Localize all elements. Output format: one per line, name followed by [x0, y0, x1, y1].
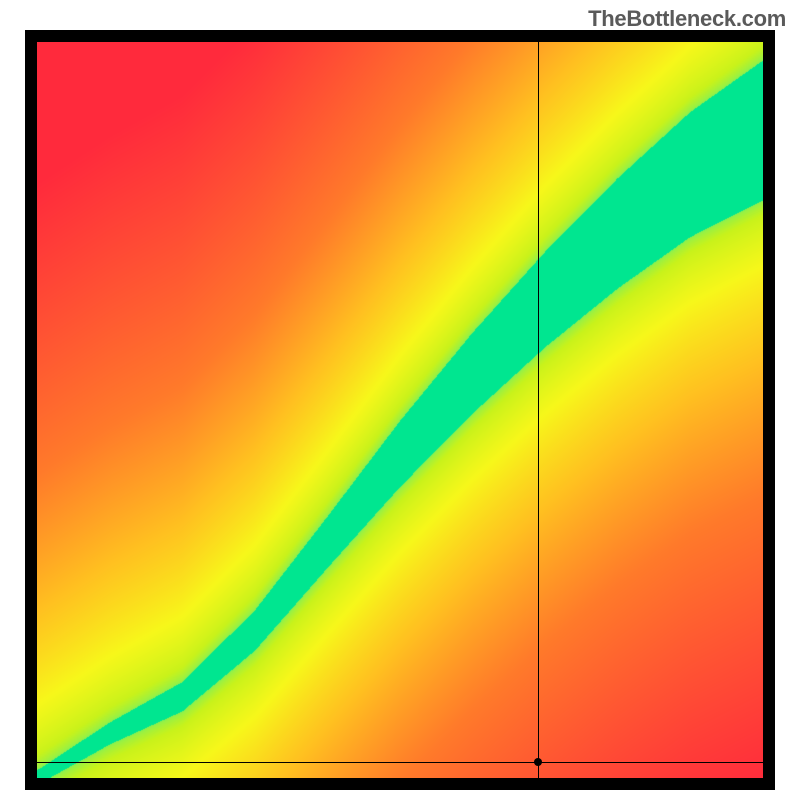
- heatmap-plot-area: [37, 42, 763, 778]
- watermark-text: TheBottleneck.com: [588, 6, 786, 32]
- crosshair-marker: [534, 758, 542, 766]
- heatmap-canvas: [37, 42, 763, 778]
- crosshair-horizontal: [37, 762, 763, 763]
- chart-outer-frame: [25, 30, 775, 790]
- crosshair-vertical: [538, 42, 539, 778]
